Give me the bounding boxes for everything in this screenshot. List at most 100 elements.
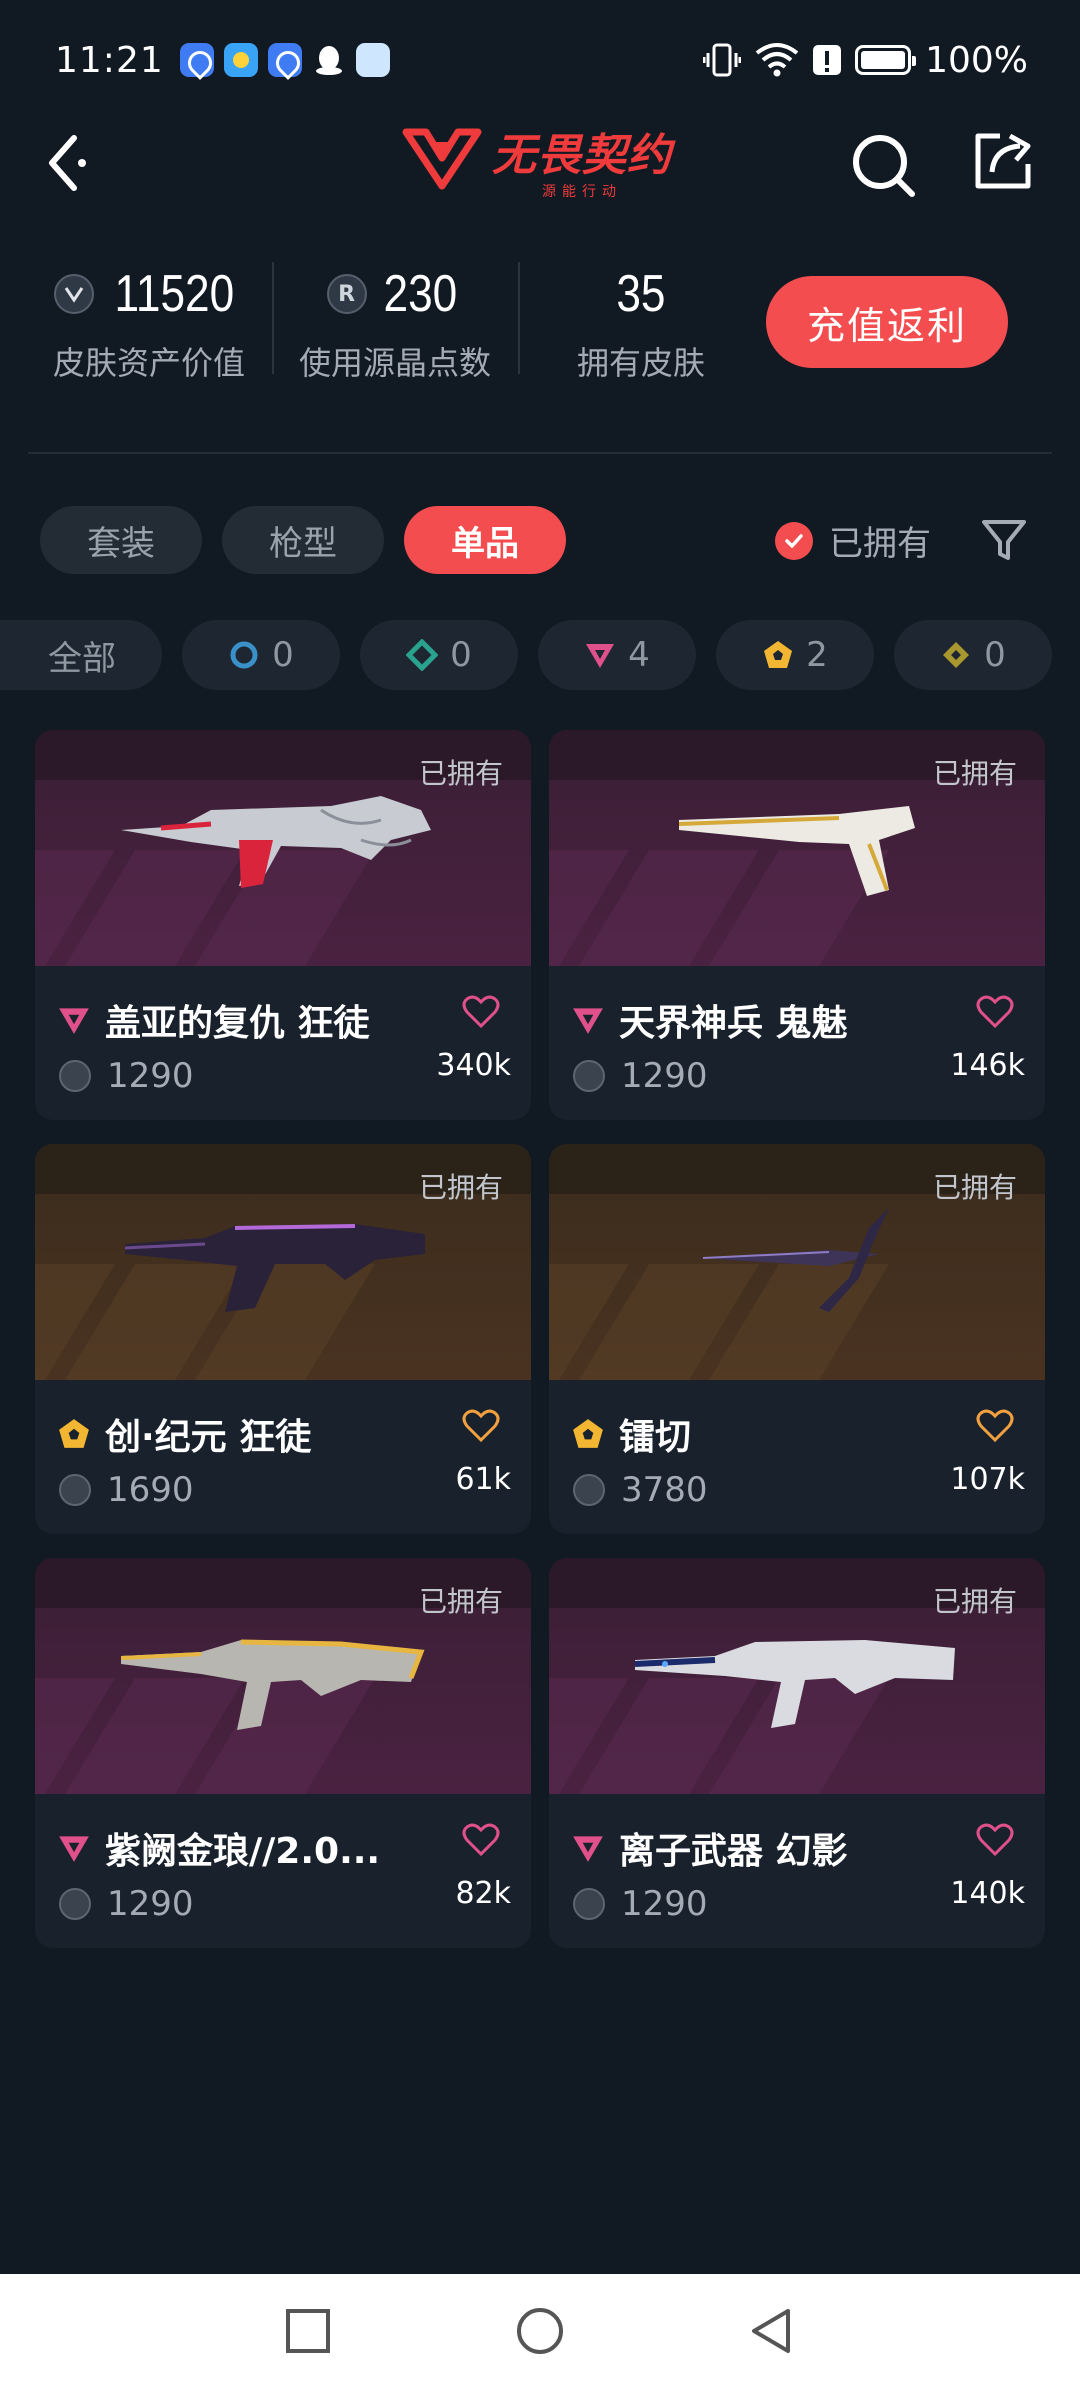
skin-name: 镭切 bbox=[619, 1417, 692, 1458]
stat-asset-value: 11520 皮肤资产价值 bbox=[44, 250, 254, 400]
bot-icon bbox=[355, 43, 390, 77]
rarity-chip-label: 全部 bbox=[48, 638, 116, 679]
skin-name: 紫阙金琅//2.0... bbox=[105, 1831, 381, 1872]
stat-divider bbox=[518, 262, 520, 374]
skin-name: 创·纪元 狂徒 bbox=[105, 1417, 312, 1458]
vibrate-icon bbox=[703, 43, 742, 77]
heart-icon[interactable] bbox=[461, 1406, 501, 1446]
radianite-icon: R bbox=[326, 274, 367, 314]
skin-image: 已拥有 bbox=[549, 1144, 1045, 1380]
skin-name-row: 离子武器 幻影 bbox=[571, 1822, 848, 1874]
like-count: 82k bbox=[455, 1876, 511, 1911]
skin-name: 天界神兵 鬼魅 bbox=[619, 1003, 848, 1044]
logo-mark-icon bbox=[402, 124, 482, 196]
rarity-chip-select[interactable]: 0 bbox=[182, 620, 340, 690]
vp-icon bbox=[573, 1060, 605, 1092]
stat-skins: 35 拥有皮肤 bbox=[536, 250, 746, 400]
price-row: 1690 bbox=[59, 1470, 194, 1510]
points-value: 230 bbox=[383, 265, 457, 323]
heart-icon[interactable] bbox=[975, 1820, 1015, 1860]
category-tabs: 套装 枪型 单品 bbox=[40, 506, 566, 574]
weapon-vandal-gaia-icon bbox=[121, 796, 431, 888]
rarity-chip-count: 0 bbox=[450, 635, 472, 675]
skins-label: 拥有皮肤 bbox=[576, 344, 705, 382]
skin-card[interactable]: 已拥有 紫阙金琅//2.0... 1290 82k bbox=[35, 1558, 531, 1948]
owned-tag: 已拥有 bbox=[418, 757, 503, 790]
skin-name-row: 镭切 bbox=[571, 1408, 691, 1460]
skin-name: 盖亚的复仇 狂徒 bbox=[105, 1003, 370, 1044]
heart-icon[interactable] bbox=[975, 992, 1015, 1032]
section-divider bbox=[28, 452, 1052, 454]
skin-card[interactable]: 已拥有 创·纪元 狂徒 1690 61k bbox=[35, 1144, 531, 1534]
rarity-chip-premium[interactable]: 4 bbox=[538, 620, 696, 690]
asset-value: 11520 bbox=[114, 265, 234, 323]
weapon-vandal-genesis-icon bbox=[125, 1224, 425, 1312]
premium-tier-icon bbox=[586, 644, 615, 668]
owned-tag: 已拥有 bbox=[932, 1585, 1017, 1618]
skin-image: 已拥有 bbox=[549, 1558, 1045, 1794]
vp-icon bbox=[59, 1474, 91, 1506]
price-row: 1290 bbox=[573, 1884, 708, 1924]
skin-price: 1290 bbox=[621, 1056, 708, 1096]
skin-name: 离子武器 幻影 bbox=[619, 1831, 848, 1872]
logo-text: 无畏契约 源能行动 bbox=[492, 119, 672, 201]
select-tier-icon bbox=[230, 641, 258, 669]
heart-icon[interactable] bbox=[461, 992, 501, 1032]
weapon-phantom-ion-icon bbox=[635, 1640, 955, 1728]
skin-card[interactable]: 已拥有 天界神兵 鬼魅 1290 146k bbox=[549, 730, 1045, 1120]
rarity-chip-exclusive[interactable]: 2 bbox=[716, 620, 874, 690]
price-row: 3780 bbox=[573, 1470, 708, 1510]
heart-icon[interactable] bbox=[975, 1406, 1015, 1446]
premium-tier-icon bbox=[59, 1836, 89, 1862]
skin-name-row: 天界神兵 鬼魅 bbox=[571, 994, 848, 1046]
tab-weapon-type[interactable]: 枪型 bbox=[222, 506, 384, 574]
rarity-chip-count: 4 bbox=[628, 635, 650, 675]
weapon-phantom-gilded-icon bbox=[121, 1639, 425, 1730]
points-label: 使用源晶点数 bbox=[298, 344, 491, 382]
skin-price: 3780 bbox=[621, 1470, 708, 1510]
premium-tier-icon bbox=[59, 1008, 89, 1034]
vp-icon bbox=[59, 1888, 91, 1920]
recent-apps-icon[interactable] bbox=[282, 2305, 334, 2357]
owned-tag: 已拥有 bbox=[932, 757, 1017, 790]
rarity-chip-deluxe[interactable]: 0 bbox=[360, 620, 518, 690]
filter-icon[interactable] bbox=[980, 516, 1028, 564]
skin-price: 1290 bbox=[107, 1884, 194, 1924]
back-nav-icon[interactable] bbox=[746, 2305, 798, 2357]
weather-icon bbox=[223, 43, 258, 77]
skin-card[interactable]: 已拥有 离子武器 幻影 1290 140k bbox=[549, 1558, 1045, 1948]
rarity-chip-count: 2 bbox=[806, 635, 828, 675]
skin-card[interactable]: 已拥有 盖亚的复仇 狂徒 1290 340k bbox=[35, 730, 531, 1120]
ultra-tier-icon bbox=[943, 642, 970, 668]
recharge-button[interactable]: 充值返利 bbox=[766, 276, 1008, 368]
skin-image: 已拥有 bbox=[35, 730, 531, 966]
like-count: 340k bbox=[436, 1048, 511, 1083]
rarity-chip-count: 0 bbox=[984, 635, 1006, 675]
like-count: 61k bbox=[455, 1462, 511, 1497]
owned-filter-toggle[interactable]: 已拥有 bbox=[775, 516, 931, 565]
skin-price: 1290 bbox=[107, 1056, 194, 1096]
like-count: 107k bbox=[950, 1462, 1025, 1497]
weapon-ghost-celestial-icon bbox=[679, 806, 915, 896]
wifi-icon bbox=[755, 43, 799, 77]
asset-label: 皮肤资产价值 bbox=[52, 344, 245, 382]
exclusive-tier-icon bbox=[59, 1419, 89, 1448]
share-icon[interactable] bbox=[970, 128, 1036, 194]
search-icon[interactable] bbox=[848, 130, 918, 200]
home-icon[interactable] bbox=[514, 2305, 566, 2357]
back-icon[interactable] bbox=[40, 128, 100, 198]
rarity-chip-ultra[interactable]: 0 bbox=[894, 620, 1052, 690]
tab-bundle[interactable]: 套装 bbox=[40, 506, 202, 574]
skin-image: 已拥有 bbox=[35, 1558, 531, 1794]
app-logo: 无畏契约 源能行动 bbox=[402, 120, 682, 200]
vp-icon bbox=[573, 1888, 605, 1920]
skin-name-row: 紫阙金琅//2.0... bbox=[57, 1822, 380, 1874]
skin-price: 1690 bbox=[107, 1470, 194, 1510]
app-notification-icon bbox=[179, 43, 214, 77]
deluxe-tier-icon bbox=[406, 639, 439, 671]
status-right: 100% bbox=[703, 40, 1028, 81]
skin-card[interactable]: 已拥有 镭切 3780 107k bbox=[549, 1144, 1045, 1534]
rarity-chip-all[interactable]: 全部 bbox=[0, 620, 162, 690]
heart-icon[interactable] bbox=[461, 1820, 501, 1860]
tab-single-item[interactable]: 单品 bbox=[404, 506, 566, 574]
